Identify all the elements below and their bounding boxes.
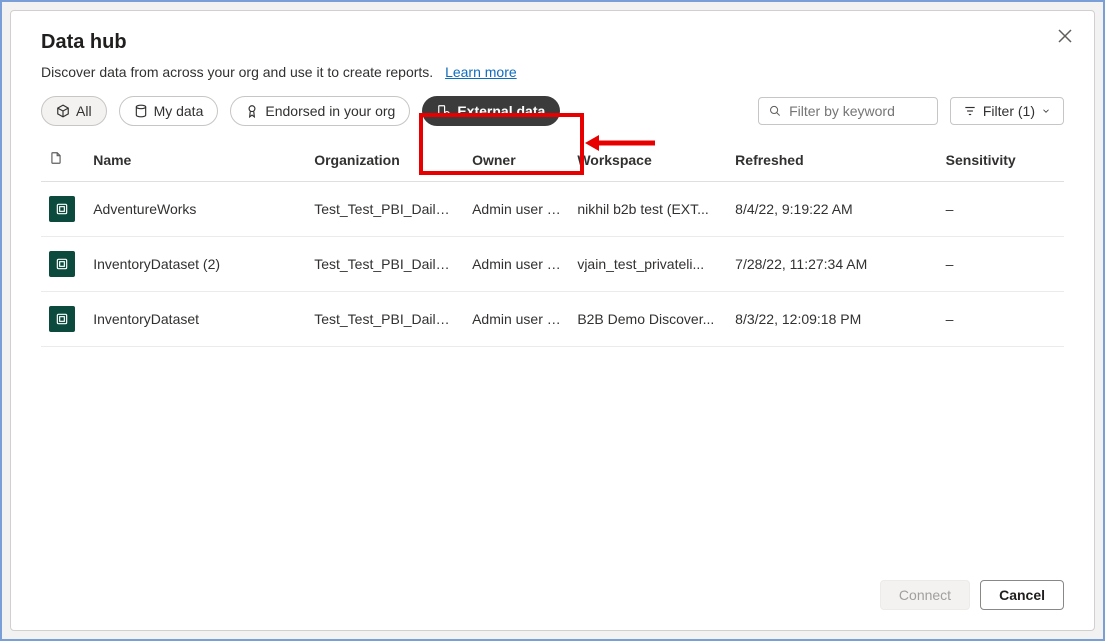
tab-all[interactable]: All <box>41 96 107 126</box>
learn-more-link[interactable]: Learn more <box>445 64 517 80</box>
tab-external-data[interactable]: External data <box>422 96 560 126</box>
connect-button[interactable]: Connect <box>880 580 970 610</box>
cell-org: Test_Test_PBI_Daily_... <box>306 237 464 292</box>
table-row[interactable]: InventoryDataset (2) Test_Test_PBI_Daily… <box>41 237 1064 292</box>
cancel-button[interactable]: Cancel <box>980 580 1064 610</box>
cell-sensitivity: – <box>938 237 1064 292</box>
search-input[interactable] <box>789 103 927 119</box>
tab-endorsed[interactable]: Endorsed in your org <box>230 96 410 126</box>
search-input-wrapper[interactable] <box>758 97 938 125</box>
cell-name: InventoryDataset <box>85 292 306 347</box>
file-icon <box>49 150 63 166</box>
cell-refreshed: 8/4/22, 9:19:22 AM <box>727 182 937 237</box>
cell-org: Test_Test_PBI_Daily_... <box>306 292 464 347</box>
col-owner[interactable]: Owner <box>464 138 569 182</box>
col-name[interactable]: Name <box>85 138 306 182</box>
cell-sensitivity: – <box>938 292 1064 347</box>
database-icon <box>134 104 148 118</box>
filter-button-label: Filter (1) <box>983 103 1035 119</box>
search-icon <box>769 104 781 118</box>
col-sensitivity[interactable]: Sensitivity <box>938 138 1064 182</box>
close-icon <box>1058 29 1072 43</box>
dataset-icon <box>49 251 75 277</box>
dialog-header: Data hub <box>11 11 1094 64</box>
cell-owner: Admin user (... <box>464 292 569 347</box>
cell-workspace: vjain_test_privateli... <box>569 237 727 292</box>
cell-name: AdventureWorks <box>85 182 306 237</box>
cell-refreshed: 8/3/22, 12:09:18 PM <box>727 292 937 347</box>
dialog-footer: Connect Cancel <box>11 564 1094 630</box>
datasets-table: Name Organization Owner Workspace Refres… <box>41 138 1064 347</box>
close-button[interactable] <box>1058 29 1072 46</box>
tab-endorsed-label: Endorsed in your org <box>265 103 395 119</box>
cell-workspace: B2B Demo Discover... <box>569 292 727 347</box>
col-organization[interactable]: Organization <box>306 138 464 182</box>
data-hub-dialog: Data hub Discover data from across your … <box>10 10 1095 631</box>
chevron-down-icon <box>1041 106 1051 116</box>
cell-refreshed: 7/28/22, 11:27:34 AM <box>727 237 937 292</box>
subtitle-text: Discover data from across your org and u… <box>41 64 433 80</box>
cell-workspace: nikhil b2b test (EXT... <box>569 182 727 237</box>
tab-my-data[interactable]: My data <box>119 96 219 126</box>
cell-name: InventoryDataset (2) <box>85 237 306 292</box>
table-row[interactable]: InventoryDataset Test_Test_PBI_Daily_...… <box>41 292 1064 347</box>
ribbon-icon <box>245 104 259 118</box>
tab-my-data-label: My data <box>154 103 204 119</box>
dialog-title: Data hub <box>41 31 1064 54</box>
cell-sensitivity: – <box>938 182 1064 237</box>
col-refreshed[interactable]: Refreshed <box>727 138 937 182</box>
dataset-icon <box>49 306 75 332</box>
subtitle: Discover data from across your org and u… <box>11 64 1094 96</box>
dataset-icon <box>49 196 75 222</box>
table-row[interactable]: AdventureWorks Test_Test_PBI_Daily_... A… <box>41 182 1064 237</box>
cell-org: Test_Test_PBI_Daily_... <box>306 182 464 237</box>
cube-icon <box>56 104 70 118</box>
cell-owner: Admin user (... <box>464 237 569 292</box>
filter-icon <box>963 104 977 118</box>
toolbar: All My data Endorsed in your org Externa… <box>11 96 1094 138</box>
tab-external-data-label: External data <box>457 103 545 119</box>
cell-owner: Admin user (... <box>464 182 569 237</box>
col-workspace[interactable]: Workspace <box>569 138 727 182</box>
tab-all-label: All <box>76 103 92 119</box>
external-data-icon <box>437 104 451 118</box>
filter-button[interactable]: Filter (1) <box>950 97 1064 125</box>
